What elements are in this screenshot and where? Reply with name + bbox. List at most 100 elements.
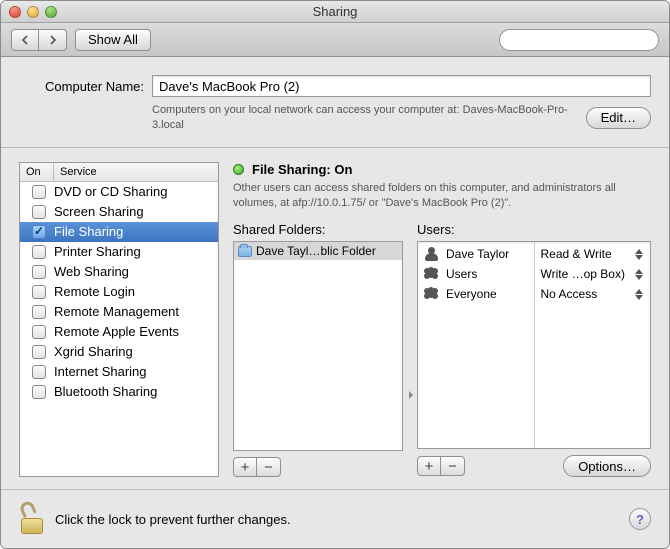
shared-folder-label: Dave Tayl…blic Folder [256,244,376,258]
shared-folders-addremove: + − [233,457,281,477]
service-row[interactable]: Web Sharing [20,262,218,282]
resize-handle-icon[interactable] [407,384,413,406]
service-checkbox[interactable] [32,285,46,299]
service-checkbox[interactable] [32,265,46,279]
chevron-left-icon [20,35,30,45]
service-row[interactable]: Xgrid Sharing [20,342,218,362]
permission-row[interactable]: Write …op Box) [535,264,651,284]
computer-name-input[interactable] [152,75,651,97]
computer-name-section: Computer Name: Computers on your local n… [1,57,669,148]
service-label: Internet Sharing [54,364,147,379]
shared-folders-label: Shared Folders: [233,222,403,237]
service-label: Web Sharing [54,264,129,279]
show-all-label: Show All [88,32,138,47]
service-checkbox[interactable] [32,225,46,239]
edit-hostname-button[interactable]: Edit… [586,107,651,129]
permission-row[interactable]: Read & Write [535,244,651,264]
help-button[interactable]: ? [629,508,651,530]
titlebar: Sharing [1,1,669,23]
col-on[interactable]: On [20,163,54,181]
lock-icon[interactable] [19,504,45,534]
forward-button[interactable] [39,29,67,51]
service-row[interactable]: Printer Sharing [20,242,218,262]
shared-folder-row[interactable]: Dave Tayl…blic Folder [234,242,402,260]
user-name: Everyone [446,287,497,301]
chevron-right-icon [48,35,58,45]
nav-buttons [11,29,67,51]
service-label: Remote Management [54,304,179,319]
service-row[interactable]: Remote Apple Events [20,322,218,342]
service-row[interactable]: Internet Sharing [20,362,218,382]
service-row[interactable]: File Sharing [20,222,218,242]
body-section: On Service DVD or CD Sharing Screen Shari… [1,148,669,489]
edit-label: Edit… [601,110,636,125]
col-service[interactable]: Service [54,163,218,181]
group-icon [424,267,440,281]
search-field[interactable] [499,29,659,51]
remove-user-button[interactable]: − [441,456,465,476]
status-row: File Sharing: On [233,162,651,177]
shared-folders-list[interactable]: Dave Tayl…blic Folder [233,241,403,451]
folder-icon [238,246,252,257]
shared-folders-block: Shared Folders: Dave Tayl…blic Folder + … [233,222,403,477]
user-name: Users [446,267,477,281]
service-row[interactable]: DVD or CD Sharing [20,182,218,202]
service-label: Xgrid Sharing [54,344,133,359]
stepper-icon[interactable] [634,249,644,260]
user-name: Dave Taylor [446,247,509,261]
stepper-icon[interactable] [634,269,644,280]
service-checkbox[interactable] [32,245,46,259]
remove-folder-button[interactable]: − [257,457,281,477]
stepper-icon[interactable] [634,289,644,300]
service-row[interactable]: Remote Login [20,282,218,302]
service-checkbox[interactable] [32,205,46,219]
columns: Shared Folders: Dave Tayl…blic Folder + … [233,222,651,477]
service-checkbox[interactable] [32,385,46,399]
service-row[interactable]: Bluetooth Sharing [20,382,218,402]
service-checkbox[interactable] [32,185,46,199]
permission-label: Read & Write [541,247,612,261]
services-panel: On Service DVD or CD Sharing Screen Shari… [19,162,219,477]
computer-name-help: Computers on your local network can acce… [152,103,576,133]
service-checkbox[interactable] [32,365,46,379]
permission-label: Write …op Box) [541,267,625,281]
service-label: Remote Apple Events [54,324,179,339]
options-button[interactable]: Options… [563,455,651,477]
group-icon [424,287,440,301]
add-folder-button[interactable]: + [233,457,257,477]
user-row[interactable]: Dave Taylor [418,244,534,264]
service-checkbox[interactable] [32,305,46,319]
toolbar: Show All [1,23,669,57]
permission-row[interactable]: No Access [535,284,651,304]
users-label: Users: [417,222,651,237]
service-label: Remote Login [54,284,135,299]
lock-text: Click the lock to prevent further change… [55,512,291,527]
permission-label: No Access [541,287,598,301]
computer-name-label: Computer Name: [19,79,144,94]
detail-panel: File Sharing: On Other users can access … [233,162,651,477]
footer: Click the lock to prevent further change… [1,489,669,548]
services-list[interactable]: On Service DVD or CD Sharing Screen Shari… [19,162,219,477]
services-header: On Service [20,163,218,182]
service-label: Bluetooth Sharing [54,384,157,399]
service-checkbox[interactable] [32,345,46,359]
service-label: File Sharing [54,224,123,239]
window-title: Sharing [1,4,669,19]
status-title: File Sharing: On [252,162,352,177]
user-row[interactable]: Everyone [418,284,534,304]
service-checkbox[interactable] [32,325,46,339]
back-button[interactable] [11,29,39,51]
status-indicator-icon [233,164,244,175]
user-row[interactable]: Users [418,264,534,284]
users-addremove: + − [417,456,465,476]
main-content: Computer Name: Computers on your local n… [1,57,669,548]
show-all-button[interactable]: Show All [75,29,151,51]
search-input[interactable] [514,33,669,47]
service-row[interactable]: Screen Sharing [20,202,218,222]
options-label: Options… [578,459,636,474]
users-list[interactable]: Dave Taylor Users Everyone Read & Write Wri… [417,241,651,449]
service-row[interactable]: Remote Management [20,302,218,322]
add-user-button[interactable]: + [417,456,441,476]
users-block: Users: Dave Taylor Users Everyone Read & W… [417,222,651,477]
service-label: DVD or CD Sharing [54,184,167,199]
